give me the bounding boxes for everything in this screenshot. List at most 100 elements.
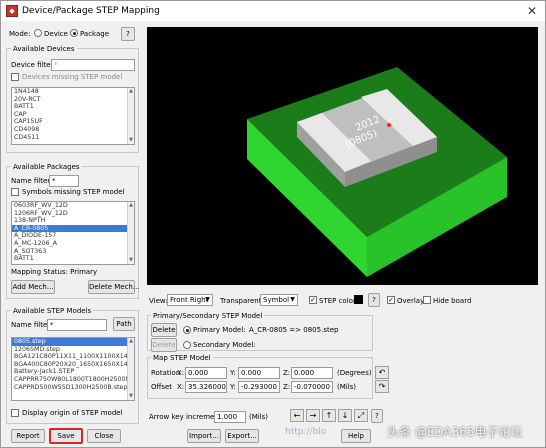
title-bar: ◆ Device/Package STEP Mapping ✕: [1, 1, 545, 21]
offset-x-input[interactable]: 35.326000: [185, 381, 227, 393]
primary-model-label: Primary Model:: [193, 326, 246, 334]
symbols-missing-checkbox[interactable]: [11, 188, 19, 196]
step-model-list-item[interactable]: BGA400C80P20X20_1650X1650X140.: [12, 361, 134, 369]
watermark-url: http://blo: [285, 427, 327, 437]
overlay-checkbox[interactable]: ✓: [387, 296, 395, 304]
watermark-text: 头条 @EDA365电子论坛: [387, 425, 523, 439]
transparent-select[interactable]: Symbol ▼: [260, 294, 298, 306]
primary-secondary-title: Primary/Secondary STEP Model: [151, 312, 265, 320]
mapping-dialog: ◆ Device/Package STEP Mapping ✕ Mode: De…: [0, 0, 546, 448]
offset-y-label: Y:: [230, 383, 236, 391]
step-model-list-item[interactable]: CAPPRR750W80L1800T1800H2500N: [12, 376, 134, 384]
reset-rotate-icon[interactable]: ↷: [375, 380, 389, 393]
package-list-item[interactable]: A_SOT363: [12, 248, 134, 256]
rotation-x-label: X:: [177, 369, 185, 377]
device-list-item[interactable]: CD4098: [12, 126, 134, 134]
chevron-down-icon: ▼: [205, 296, 210, 303]
step-filter-input[interactable]: *: [47, 319, 107, 331]
rotation-z-input[interactable]: 0.000: [291, 367, 333, 379]
mode-package-label: Package: [80, 30, 110, 38]
devices-list[interactable]: 1N4148 20V-RCT BATT1 CAP CAP15UF CD4098 CD4511…: [11, 87, 135, 145]
devices-scrollbar[interactable]: ▲ ▼: [127, 88, 134, 144]
device-list-item[interactable]: BATT1: [12, 103, 134, 111]
arrow-right-icon[interactable]: →: [306, 409, 320, 422]
primary-mapping-text: A_CR-0805 => 0805.step: [249, 326, 339, 334]
arrow-key-unit: (Mils): [249, 413, 269, 421]
step-model-list-item[interactable]: 0805.step: [12, 338, 134, 346]
name-filter-label: Name filter:: [11, 177, 53, 185]
packages-list[interactable]: 0603RF_WV_12D 1206RF_WV_12D 138-NPTH A_CR-0…: [11, 201, 135, 265]
rotation-y-input[interactable]: 0.000: [238, 367, 280, 379]
chevron-down-icon: ▼: [290, 296, 295, 303]
package-list-item[interactable]: 138-NPTH: [12, 217, 134, 225]
step-model-list-item[interactable]: CAPPRD500W55D1300H2500B.step: [12, 384, 134, 392]
step-color-checkbox[interactable]: ✓: [309, 296, 317, 304]
close-window-icon[interactable]: ✕: [525, 4, 539, 18]
help-question-button[interactable]: ?: [121, 27, 135, 41]
hide-board-checkbox[interactable]: [423, 296, 431, 304]
path-button[interactable]: Path: [113, 317, 135, 331]
step-models-list[interactable]: 0805.step 1206SMD.step BGA121C80P11X11_110…: [11, 337, 135, 401]
arrow-key-input[interactable]: 1.000: [214, 411, 246, 423]
overlay-label: Overlay: [397, 297, 425, 305]
rotation-x-input[interactable]: 0.000: [185, 367, 227, 379]
package-list-item[interactable]: A_MC-1206_A: [12, 240, 134, 248]
arrow-down-icon[interactable]: ↓: [338, 409, 352, 422]
hide-board-label: Hide board: [433, 297, 472, 305]
symbols-missing-label: Symbols missing STEP model: [22, 188, 125, 196]
package-list-item[interactable]: BATT1: [12, 255, 134, 263]
import-button[interactable]: Import...: [187, 429, 221, 443]
help-button[interactable]: Help: [341, 429, 371, 443]
package-filter-input[interactable]: *: [49, 175, 79, 187]
device-list-item[interactable]: 1N4148: [12, 88, 134, 96]
rotate-step-icon[interactable]: ⤢: [354, 409, 368, 422]
offset-y-input[interactable]: -0.293000: [238, 381, 280, 393]
mapping-status: Mapping Status: Primary: [11, 268, 98, 276]
device-list-item[interactable]: 20V-RCT: [12, 96, 134, 104]
arrow-up-icon[interactable]: ↑: [322, 409, 336, 422]
arrow-help-button[interactable]: ?: [371, 409, 383, 423]
close-button[interactable]: Close: [87, 429, 121, 443]
packages-scrollbar[interactable]: ▲ ▼: [127, 202, 134, 264]
add-mech-button[interactable]: Add Mech...: [11, 280, 55, 294]
offset-unit: (Mils): [337, 383, 357, 391]
step-color-label: STEP color: [319, 297, 356, 305]
device-list-item[interactable]: CAP: [12, 111, 134, 119]
step-models-group-title: Available STEP Models: [11, 307, 94, 315]
color-help-button[interactable]: ?: [368, 293, 380, 307]
rotate-icon[interactable]: ↶: [375, 366, 389, 379]
package-list-item[interactable]: A_CR-0805: [12, 224, 134, 233]
devices-missing-checkbox[interactable]: [11, 73, 19, 81]
package-list-item[interactable]: A_DIODE-157: [12, 232, 134, 240]
step-color-swatch[interactable]: [354, 295, 363, 304]
delete-primary-button[interactable]: Delete: [151, 323, 177, 337]
app-icon: ◆: [6, 5, 18, 17]
device-list-item[interactable]: CD4511: [12, 134, 134, 142]
package-list-item[interactable]: 0603RF_WV_12D: [12, 202, 134, 210]
rotation-y-label: Y:: [230, 369, 236, 377]
mode-device-radio[interactable]: [34, 29, 42, 37]
arrow-left-icon[interactable]: ←: [290, 409, 304, 422]
secondary-model-radio[interactable]: [183, 341, 191, 349]
primary-model-radio[interactable]: [183, 326, 191, 334]
device-list-item[interactable]: CAP15UF: [12, 118, 134, 126]
report-button[interactable]: Report: [11, 429, 45, 443]
step-model-list-item[interactable]: 1206SMD.step: [12, 346, 134, 354]
view-select[interactable]: Front Right ▼: [167, 294, 213, 306]
save-button[interactable]: Save: [49, 428, 83, 444]
offset-label: Offset: [151, 383, 173, 391]
export-button[interactable]: Export...: [225, 429, 259, 443]
offset-z-input[interactable]: -0.070000: [291, 381, 333, 393]
mode-package-radio[interactable]: [70, 29, 78, 37]
package-list-item[interactable]: 1206RF_WV_12D: [12, 210, 134, 218]
step-models-scrollbar[interactable]: ▲ ▼: [127, 338, 134, 400]
3d-viewport[interactable]: 2012 (0805): [147, 27, 538, 285]
step-model-render: 2012 (0805): [247, 67, 507, 277]
step-model-list-item[interactable]: Battery-Jack1.STEP: [12, 368, 134, 376]
step-model-list-item[interactable]: BGA121C80P11X11_1100X1100X140.: [12, 353, 134, 361]
delete-mech-button[interactable]: Delete Mech...: [88, 280, 140, 294]
display-origin-label: Display origin of STEP model: [22, 409, 123, 417]
display-origin-checkbox[interactable]: [11, 409, 19, 417]
delete-secondary-button[interactable]: Delete: [151, 338, 177, 352]
device-filter-input[interactable]: *: [51, 59, 135, 71]
